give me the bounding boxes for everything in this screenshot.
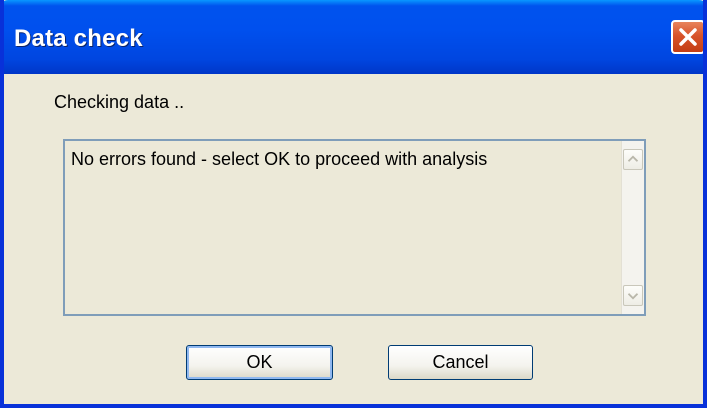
scroll-down-button[interactable] [623,285,643,306]
chevron-down-icon [627,293,639,300]
cancel-button[interactable]: Cancel [388,345,533,380]
scroll-up-button[interactable] [623,149,643,170]
dialog-title: Data check [14,25,143,52]
message-textarea[interactable]: No errors found - select OK to proceed w… [63,139,646,316]
vertical-scrollbar[interactable] [621,141,644,314]
close-button[interactable] [671,20,703,54]
dialog-window: Data check Checking data .. No errors fo… [0,0,707,408]
status-label: Checking data .. [54,92,185,112]
message-text: No errors found - select OK to proceed w… [71,149,488,169]
chevron-up-icon [627,155,639,162]
title-bar[interactable]: Data check [4,0,703,74]
ok-button[interactable]: OK [186,345,333,380]
close-icon [679,28,697,46]
